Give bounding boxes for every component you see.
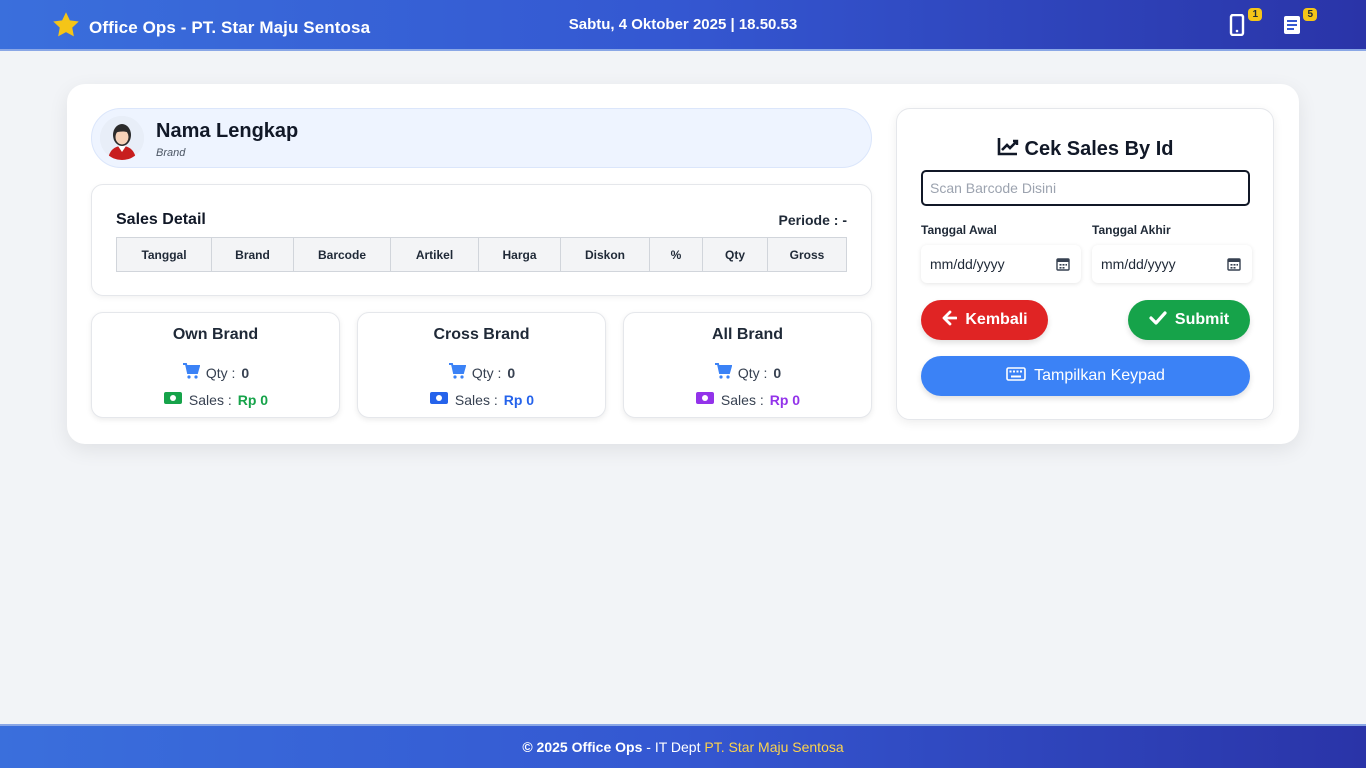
barcode-scan-input[interactable]	[921, 170, 1250, 206]
qty-value: 0	[507, 364, 516, 381]
stat-cross-brand: Cross Brand Qty : 0 Sales : Rp 0	[357, 312, 606, 418]
check-icon	[1149, 310, 1167, 331]
col-diskon: Diskon	[560, 237, 650, 272]
stat-sales-row: Sales : Rp 0	[92, 391, 339, 408]
notes-badge: 5	[1303, 8, 1317, 21]
footer: © 2025 Office Ops - IT Dept PT. Star Maj…	[0, 724, 1366, 768]
mobile-phone-icon	[1227, 13, 1247, 40]
col-artikel: Artikel	[390, 237, 479, 272]
arrow-left-icon	[941, 310, 958, 331]
stat-title: Own Brand	[172, 326, 259, 343]
back-button-label: Kembali	[965, 311, 1028, 328]
start-date-input[interactable]: mm/dd/yyyy	[921, 245, 1081, 283]
qty-label: Qty :	[471, 364, 502, 381]
col-gross: Gross	[767, 237, 847, 272]
stat-sales-row: Sales : Rp 0	[358, 391, 605, 408]
stat-all-brand: All Brand Qty : 0 Sales : Rp 0	[623, 312, 872, 418]
main-card: Nama Lengkap Brand Sales Detail Periode …	[67, 84, 1299, 444]
submit-button-label: Submit	[1174, 311, 1230, 328]
col-qty: Qty	[702, 237, 768, 272]
sales-detail-table: Tanggal Brand Barcode Artikel Harga Disk…	[116, 237, 847, 272]
qty-value: 0	[773, 364, 782, 381]
cek-sales-title-text: Cek Sales By Id	[1024, 137, 1174, 160]
sales-value: Rp 0	[769, 391, 801, 408]
col-barcode: Barcode	[293, 237, 391, 272]
qty-label: Qty :	[737, 364, 768, 381]
col-percent: %	[649, 237, 703, 272]
end-date-label: Tanggal Akhir	[1092, 223, 1171, 237]
notes-notification-button[interactable]: 5	[1282, 8, 1317, 36]
profile-name: Nama Lengkap	[156, 120, 299, 142]
money-icon	[163, 391, 183, 408]
avatar	[100, 116, 144, 160]
sales-label: Sales :	[720, 391, 764, 408]
col-tanggal: Tanggal	[116, 237, 212, 272]
sales-value: Rp 0	[237, 391, 269, 408]
sales-detail-title: Sales Detail	[116, 211, 206, 228]
qty-label: Qty :	[205, 364, 236, 381]
col-harga: Harga	[478, 237, 561, 272]
calendar-icon[interactable]	[1227, 257, 1241, 276]
stat-qty-row: Qty : 0	[358, 363, 605, 382]
show-keypad-button[interactable]: Tampilkan Keypad	[921, 356, 1250, 396]
start-date-value: mm/dd/yyyy	[930, 256, 1005, 272]
phone-notification-button[interactable]: 1	[1227, 8, 1262, 37]
sales-value: Rp 0	[503, 391, 535, 408]
cart-icon	[182, 363, 201, 382]
footer-copyright: © 2025 Office Ops	[522, 739, 643, 755]
stat-title: Cross Brand	[433, 326, 530, 343]
profile-header: Nama Lengkap Brand	[91, 108, 872, 168]
cart-icon	[448, 363, 467, 382]
periode-label: Periode : -	[778, 212, 847, 228]
stat-title: All Brand	[711, 326, 784, 343]
keyboard-icon	[1006, 366, 1026, 386]
top-navbar: Office Ops - PT. Star Maju Sentosa Sabtu…	[0, 0, 1366, 51]
datetime: Sabtu, 4 Oktober 2025 | 18.50.53	[568, 16, 798, 33]
phone-badge: 1	[1248, 8, 1262, 21]
col-brand: Brand	[211, 237, 294, 272]
table-header-row: Tanggal Brand Barcode Artikel Harga Disk…	[116, 237, 847, 272]
footer-company: PT. Star Maju Sentosa	[704, 739, 844, 755]
sales-detail-card: Sales Detail Periode : - Tanggal Brand B…	[91, 184, 872, 296]
stat-qty-row: Qty : 0	[624, 363, 871, 382]
start-date-label: Tanggal Awal	[921, 223, 997, 237]
notes-icon	[1282, 16, 1302, 40]
end-date-value: mm/dd/yyyy	[1101, 256, 1176, 272]
money-icon	[429, 391, 449, 408]
back-button[interactable]: Kembali	[921, 300, 1048, 340]
submit-button[interactable]: Submit	[1128, 300, 1250, 340]
profile-subtitle: Brand	[156, 147, 186, 159]
end-date-input[interactable]: mm/dd/yyyy	[1092, 245, 1252, 283]
stat-sales-row: Sales : Rp 0	[624, 391, 871, 408]
show-keypad-label: Tampilkan Keypad	[1034, 367, 1165, 384]
cek-sales-title: Cek Sales By Id	[897, 136, 1273, 162]
stat-own-brand: Own Brand Qty : 0 Sales : Rp 0	[91, 312, 340, 418]
sales-label: Sales :	[188, 391, 232, 408]
money-icon	[695, 391, 715, 408]
sales-label: Sales :	[454, 391, 498, 408]
footer-dept: - IT Dept	[642, 739, 705, 755]
calendar-icon[interactable]	[1056, 257, 1070, 276]
cart-icon	[714, 363, 733, 382]
cek-sales-panel: Cek Sales By Id Tanggal Awal Tanggal Akh…	[896, 108, 1274, 420]
stat-qty-row: Qty : 0	[92, 363, 339, 382]
chart-line-icon	[997, 136, 1019, 162]
qty-value: 0	[241, 364, 250, 381]
